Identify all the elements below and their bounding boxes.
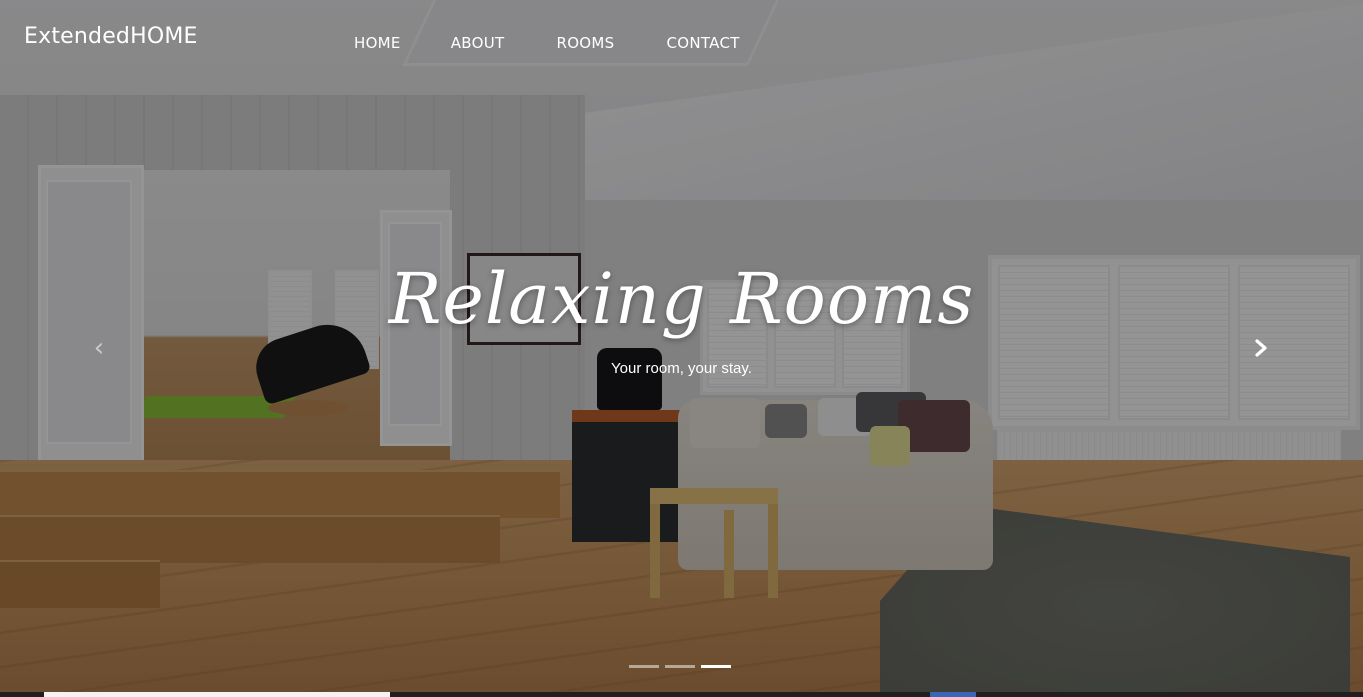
carousel-indicator-active[interactable] <box>701 665 731 668</box>
main-nav: HOME ABOUT ROOMS CONTACT <box>354 34 740 52</box>
chevron-left-icon: ‹ <box>93 333 105 363</box>
slide-caption-title: Relaxing Rooms <box>388 258 975 340</box>
hero-carousel: ExtendedHOME HOME ABOUT ROOMS CONTACT Re… <box>0 0 1363 697</box>
carousel-indicators <box>629 665 731 668</box>
carousel-prev-button[interactable]: ‹ <box>84 333 114 363</box>
carousel-indicator[interactable] <box>629 665 659 668</box>
bottom-strip-segment <box>930 692 976 697</box>
chevron-right-icon <box>1255 339 1267 357</box>
bottom-edge-strip <box>0 692 1363 697</box>
carousel-next-button[interactable] <box>1246 333 1276 363</box>
nav-item-contact[interactable]: CONTACT <box>666 34 739 52</box>
nav-item-home[interactable]: HOME <box>354 34 401 52</box>
carousel-indicator[interactable] <box>665 665 695 668</box>
slide-caption-subtitle: Your room, your stay. <box>611 360 752 377</box>
nav-item-rooms[interactable]: ROOMS <box>556 34 614 52</box>
bottom-strip-segment <box>44 692 390 697</box>
nav-item-about[interactable]: ABOUT <box>451 34 505 52</box>
brand-logo[interactable]: ExtendedHOME <box>24 24 198 49</box>
slide-dark-overlay <box>0 0 1363 697</box>
